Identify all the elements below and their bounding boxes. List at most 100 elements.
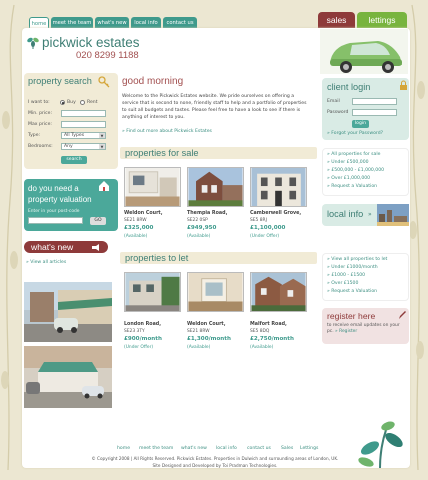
footer-link-contact[interactable]: contact us [247,446,271,451]
let-link-over-1500[interactable]: » Over £1500 [327,281,358,286]
type-select[interactable]: All Types ▼ [61,132,106,139]
tab-sales[interactable]: sales [318,12,355,28]
let-3-name[interactable]: Malfort Road, [250,322,287,327]
postcode-label: Enter in your post-code [28,209,80,214]
register-title: register here [327,311,376,321]
let-link-1000-1500[interactable]: » £1000 - £1500 [327,273,365,278]
let-3-postcode: SE5 8DQ [250,329,270,334]
let-2-name[interactable]: Weldon Court, [187,322,226,327]
let-2-postcode: SE21 8RW [187,329,210,334]
sale-3-status: (Under Offer) [250,234,280,239]
let-1-postcode: SE23 3TY [124,329,145,334]
property-photo-camberwell-grove[interactable] [250,167,307,207]
property-search-title: property search [28,76,92,86]
let-3-status: (Available) [250,345,274,350]
whats-new-title: what's new [31,242,74,252]
sale-1-postcode: SE21 8RW [124,218,147,223]
footer-link-sales[interactable]: Sales [281,446,293,451]
valuation-title-line2: property valuation [28,195,92,204]
credit-text: Site Designed and Developed by Toi Pradm… [152,463,278,468]
radio-rent-label: Rent [87,100,98,105]
property-photo-thempia-road[interactable] [187,167,244,207]
sale-3-price: £1,100,000 [250,225,286,231]
property-photo-london-road[interactable] [124,272,181,312]
sale-link-valuation[interactable]: » Request a Valuation [327,184,377,189]
sale-1-name[interactable]: Weldon Court, [124,211,163,216]
footer-link-local-info[interactable]: local info [216,446,237,451]
sale-1-status: (Available) [124,234,148,239]
local-skyline-photo [377,204,409,226]
sale-1-price: £325,000 [124,225,154,231]
sale-2-postcode: SE22 0SP [187,218,208,223]
chevron-down-icon: ▼ [99,144,105,149]
property-photo-malfort-road[interactable] [250,272,307,312]
radio-buy[interactable] [60,100,65,105]
sale-link-over-1m[interactable]: » Over £1,000,000 [327,176,370,181]
sale-link-all[interactable]: » All properties for sale [327,152,380,157]
min-price-label: Min. price: [28,111,53,116]
valuation-title: do you need a property valuation [28,183,92,205]
max-price-input[interactable] [61,121,106,128]
property-photo-weldon-court-let[interactable] [187,272,244,312]
footer-link-whats-new[interactable]: what's new [181,446,207,451]
lock-icon [400,80,407,90]
go-button[interactable]: GO [90,217,106,225]
let-1-name[interactable]: London Road, [124,322,161,327]
tab-lettings[interactable]: lettings [357,12,407,28]
radio-buy-label: Buy [67,100,76,105]
let-1-price: £900/month [124,336,162,342]
login-button[interactable]: login [352,120,369,128]
let-link-1000-1500-label: £1000 - £1500 [331,273,366,278]
leaf-decoration-illustration [358,421,403,468]
valuation-title-line1: do you need a [28,184,79,193]
max-price-label: Max price: [28,122,52,127]
password-field[interactable] [352,109,397,116]
footer-link-team[interactable]: meet the team [139,446,173,451]
sale-link-valuation-label: Request a Valuation [331,184,378,189]
forgot-password-link[interactable]: » Forgot your Password? [327,131,383,136]
client-login-title: client login [327,82,371,92]
view-all-articles-link[interactable]: » View all articles [26,260,66,265]
email-field[interactable] [352,98,397,105]
min-price-input[interactable] [61,110,106,117]
local-info-title[interactable]: local info [327,209,363,219]
search-button[interactable]: search [61,156,87,164]
sale-3-postcode: SE5 8RJ [250,218,267,223]
brand-name[interactable]: pickwick estates [42,35,140,50]
let-link-over-1500-label: Over £1500 [331,281,359,286]
sale-3-name[interactable]: Camberwell Grove, [250,211,301,216]
register-link[interactable]: » Register [335,329,357,334]
house-icon [99,181,109,191]
let-link-under-1000[interactable]: » Under £1000/month [327,265,378,270]
for-sale-header: properties for sale [120,147,317,159]
bedrooms-select[interactable]: Any ▼ [61,143,106,150]
sale-2-name[interactable]: Thempia Road, [187,211,227,216]
street-photo-2 [24,346,112,408]
sale-link-all-label: All properties for sale [331,152,381,157]
register-link-label: Register [339,329,358,334]
postcode-input[interactable] [28,217,83,224]
radio-rent[interactable] [80,100,85,105]
let-link-valuation[interactable]: » Request a Valuation [327,289,377,294]
let-link-valuation-label: Request a Valuation [331,289,378,294]
sale-2-price: £949,950 [187,225,217,231]
to-let-header: properties to let [120,252,317,264]
find-out-more-link[interactable]: » Find out more about Pickwick Estates [122,129,212,134]
property-photo-weldon-court[interactable] [124,167,181,207]
register-text: to receive email updates on your pc. » R… [327,323,400,335]
street-photo-1 [24,282,112,342]
sale-link-500k-1m-label: £500,000 - £1,000,000 [331,168,385,173]
footer-link-lettings[interactable]: Lettings [300,446,318,451]
sale-link-under-500k[interactable]: » Under £500,000 [327,160,369,165]
intro-paragraph: Welcome to the Pickwick Estates website.… [122,93,317,121]
email-label: Email [327,99,340,104]
let-link-all[interactable]: » View all properties to let [327,257,387,262]
intro-line-4: anything of interest to you. [122,115,185,120]
footer-link-home[interactable]: home [117,446,130,451]
sale-2-status: (Available) [187,234,211,239]
to-let-title: properties to let [125,253,189,263]
sale-link-500k-1m[interactable]: » £500,000 - £1,000,000 [327,168,384,173]
let-3-price: £2,750/month [250,336,294,342]
want-to-label: I want to: [28,100,50,105]
brand-phone: 020 8299 1188 [76,50,139,61]
